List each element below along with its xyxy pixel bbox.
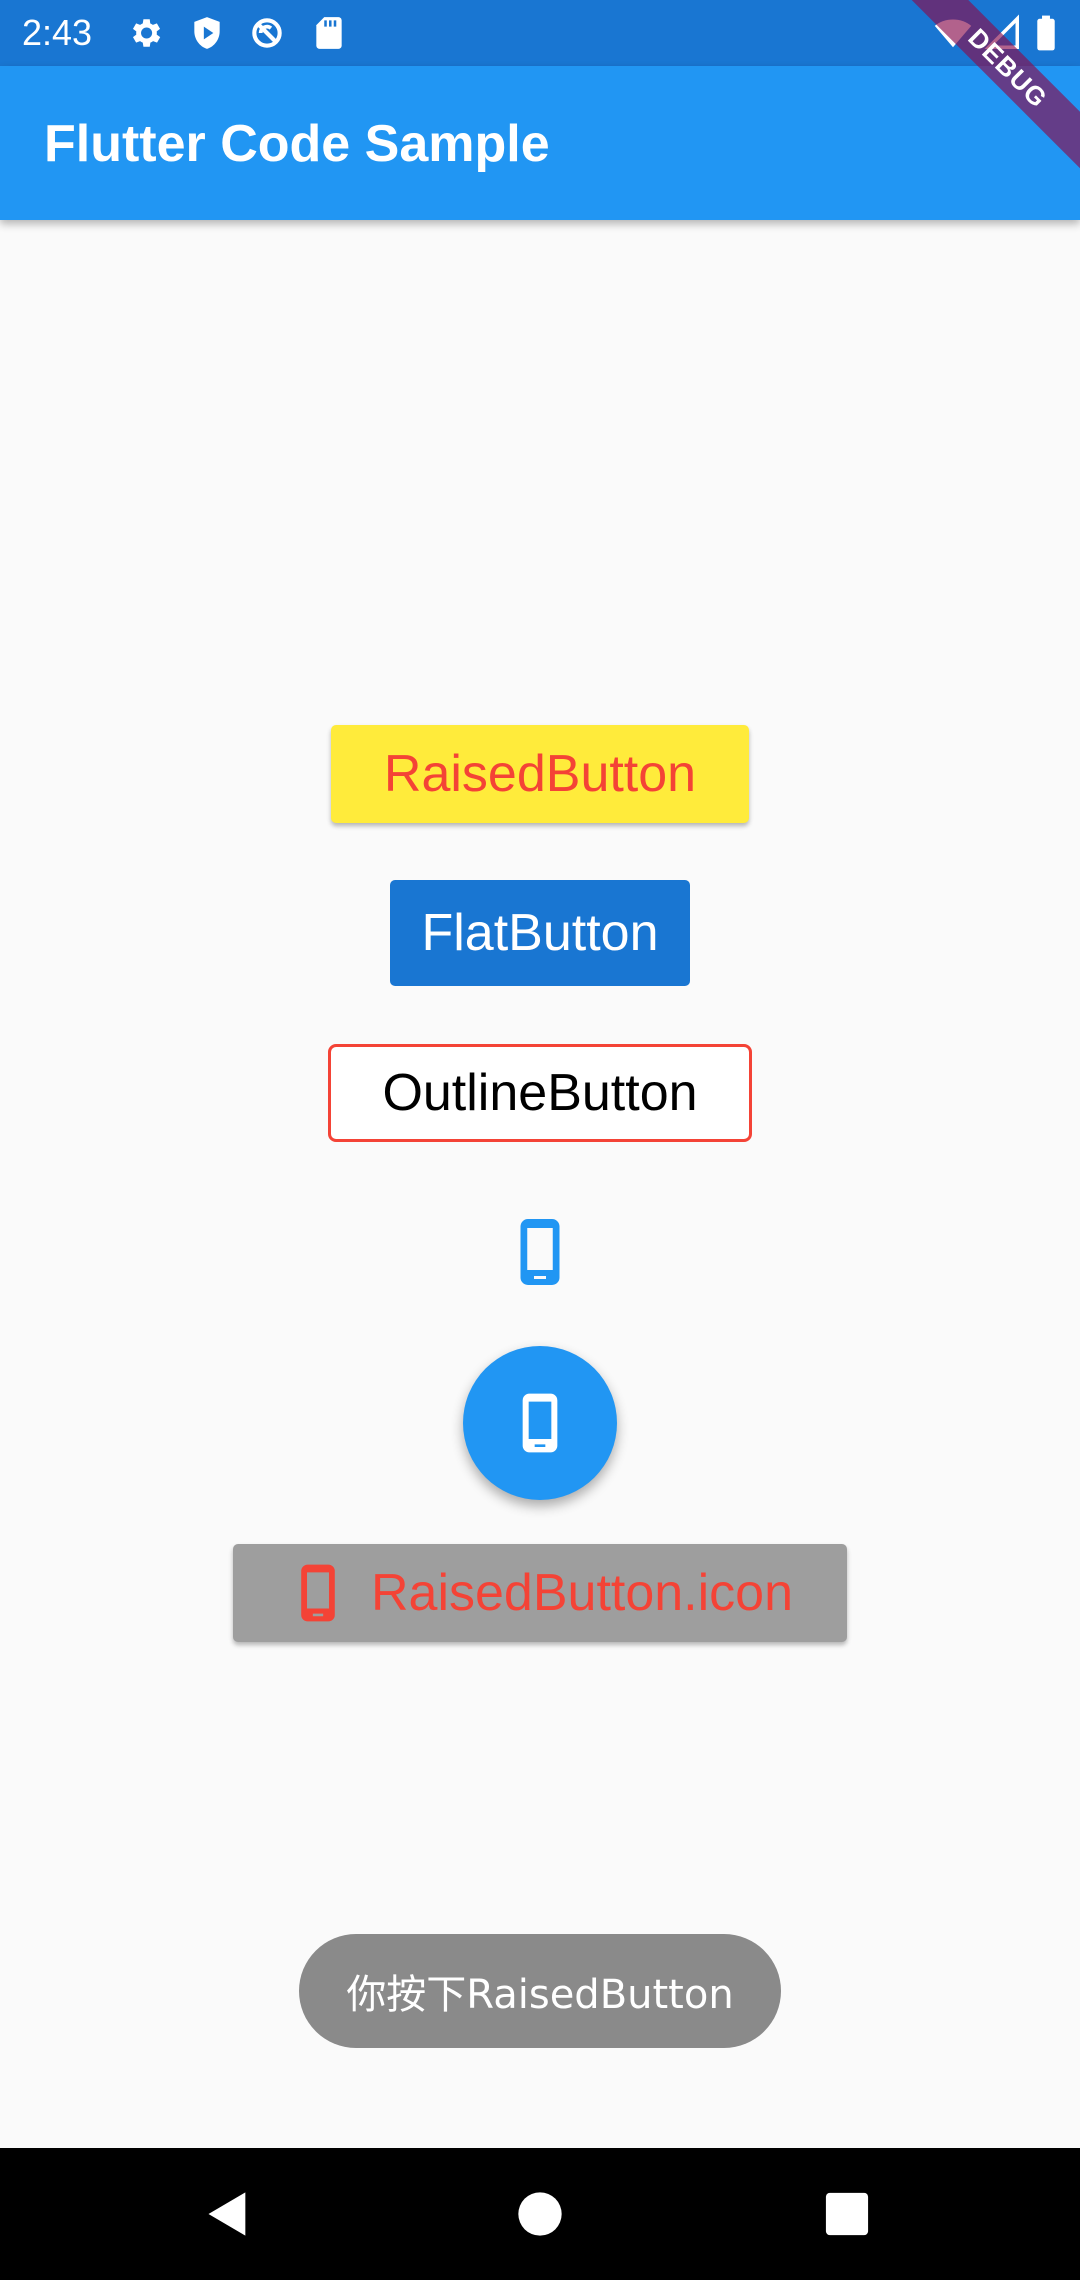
sd-card-icon <box>310 14 348 52</box>
phone-icon-button[interactable] <box>504 1216 576 1288</box>
phone-android-icon <box>504 1216 576 1288</box>
outline-button-label: OutlineButton <box>382 1064 698 1122</box>
no-sync-icon <box>248 14 286 52</box>
floating-action-button[interactable] <box>463 1346 617 1500</box>
recents-icon[interactable] <box>824 2191 870 2237</box>
status-time: 2:43 <box>22 12 93 53</box>
outline-button[interactable]: OutlineButton <box>328 1044 752 1142</box>
app-bar: Flutter Code Sample <box>0 66 1080 220</box>
status-bar: 2:43 <box>0 0 1080 66</box>
raised-button[interactable]: RaisedButton <box>331 725 749 823</box>
app-title: Flutter Code Sample <box>44 115 550 173</box>
settings-icon <box>126 14 164 52</box>
home-icon[interactable] <box>514 2188 566 2240</box>
phone-android-icon <box>287 1562 349 1624</box>
flat-button-label: FlatButton <box>421 904 659 962</box>
raised-button-label: RaisedButton <box>383 745 697 803</box>
toast-message: 你按下RaisedButton <box>299 1934 781 2048</box>
raised-icon-button[interactable]: RaisedButton.icon <box>233 1544 847 1642</box>
navigation-bar <box>0 2148 1080 2280</box>
screen: 2:43 Flutter Code Sample DEBUG RaisedBut… <box>0 0 1080 2280</box>
back-icon[interactable] <box>202 2188 254 2240</box>
toast-text: 你按下RaisedButton <box>346 1972 734 2018</box>
phone-android-icon <box>508 1391 572 1455</box>
battery-icon <box>1032 14 1060 52</box>
shield-icon <box>188 14 226 52</box>
raised-icon-button-label: RaisedButton.icon <box>370 1564 794 1622</box>
flat-button[interactable]: FlatButton <box>390 880 690 986</box>
